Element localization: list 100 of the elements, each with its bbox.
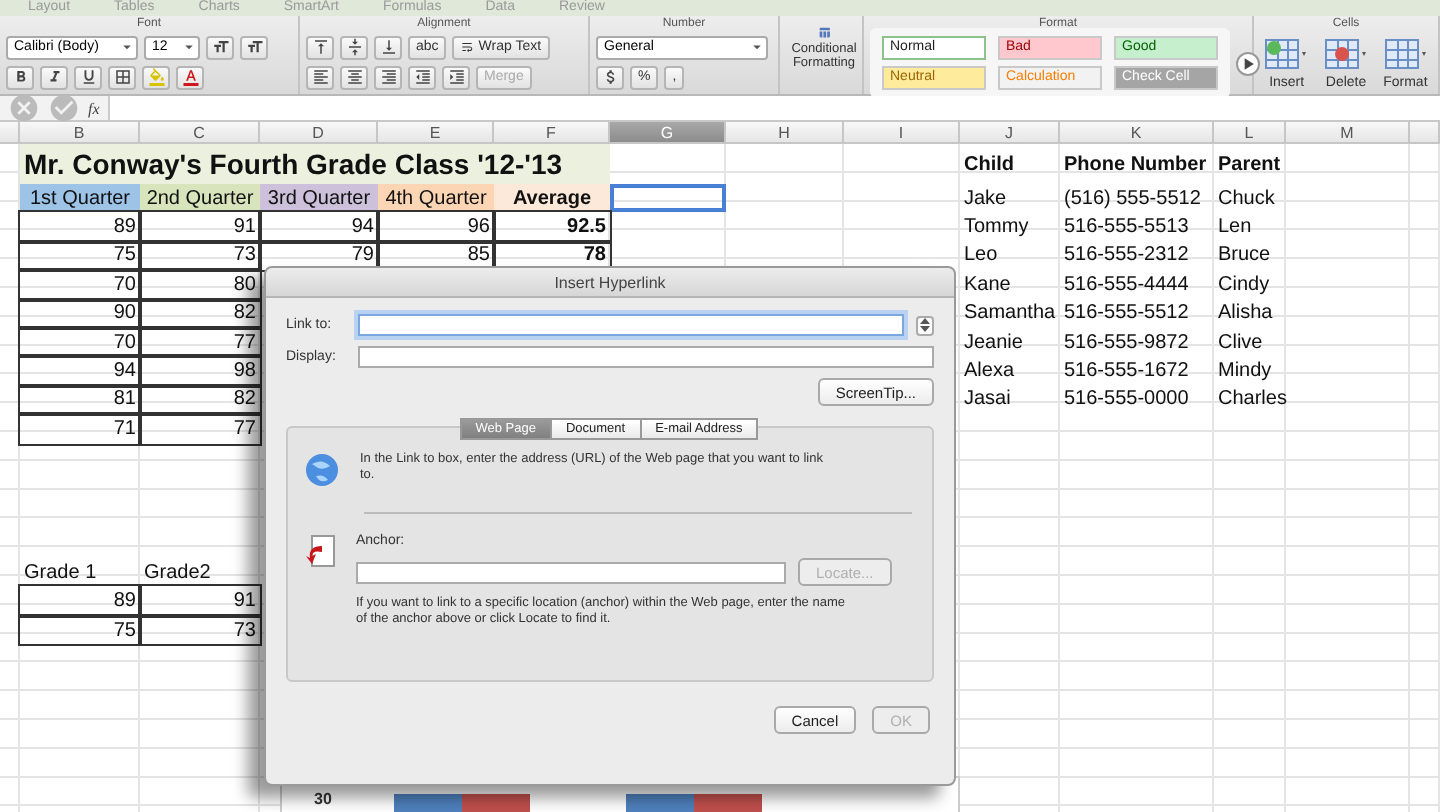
column-header[interactable]: D	[260, 122, 378, 144]
check-icon[interactable]	[48, 92, 80, 124]
table-cell-text: Cindy	[1216, 271, 1272, 300]
column-heading-cell: Average	[494, 184, 610, 213]
fill-color-icon[interactable]	[142, 65, 170, 89]
column-header[interactable]: L	[1214, 122, 1286, 144]
table-cell-text: Child	[962, 151, 1016, 179]
currency-icon[interactable]	[596, 65, 624, 89]
axis-label: 30	[314, 790, 334, 808]
align-right-icon[interactable]	[374, 65, 402, 89]
column-heading-cell: 2nd Quarter	[140, 184, 260, 213]
increase-indent-icon[interactable]	[442, 65, 470, 89]
table-title: Mr. Conway's Fourth Grade Class '12-'13	[20, 144, 610, 184]
table-cell: 94	[260, 212, 378, 242]
align-middle-icon[interactable]	[340, 35, 368, 59]
anchor-field[interactable]	[356, 561, 786, 583]
table-cell: 70	[20, 270, 140, 300]
font-color-icon[interactable]	[176, 65, 204, 89]
table-cell-text: Len	[1216, 214, 1254, 242]
table-cell-text: Leo	[962, 242, 1000, 271]
table-cell: 78	[494, 241, 610, 271]
column-header[interactable]: E	[378, 122, 494, 144]
table-cell-text: Jake	[962, 185, 1009, 213]
table-cell-text: Jeanie	[962, 329, 1025, 357]
decrease-indent-icon[interactable]	[408, 65, 436, 89]
column-header[interactable]: M	[1286, 122, 1410, 144]
table-cell: 73	[140, 241, 260, 271]
table-cell-text: Grade 1	[22, 559, 99, 587]
table-cell-text: Kane	[962, 271, 1013, 300]
italic-icon[interactable]	[40, 65, 68, 89]
column-heading-cell: 4th Quarter	[378, 184, 494, 213]
column-header[interactable]: B	[20, 122, 140, 144]
display-field[interactable]	[358, 346, 934, 368]
table-cell: 96	[378, 212, 494, 242]
table-cell: 89	[20, 212, 140, 242]
table-cell-text: Parent	[1216, 151, 1283, 179]
formula-input[interactable]	[107, 96, 1440, 120]
table-cell: 89	[20, 586, 140, 616]
table-cell: 94	[20, 356, 140, 386]
bold-icon[interactable]	[6, 65, 34, 89]
table-cell-text: Clive	[1216, 329, 1265, 357]
table-cell-text: Jasai	[962, 386, 1013, 415]
table-cell: 92.5	[494, 212, 610, 242]
table-cell-text: (516) 555-5512	[1062, 185, 1203, 213]
table-cell: 77	[140, 327, 260, 357]
table-cell: 98	[140, 356, 260, 386]
align-left-icon[interactable]	[306, 65, 334, 89]
table-cell-text: Tommy	[962, 214, 1031, 242]
align-top-icon[interactable]	[306, 35, 334, 59]
insert-cells-icon	[1264, 37, 1309, 69]
table-cell: 70	[20, 327, 140, 357]
table-cell-text: Alisha	[1216, 300, 1275, 328]
table-cell-text: 516-555-1672	[1062, 358, 1191, 386]
wrap-text-icon	[460, 40, 475, 54]
table-cell: 79	[260, 241, 378, 271]
table-cell: 77	[140, 414, 260, 444]
grow-font-icon[interactable]	[206, 35, 234, 59]
table-cell-text: 516-555-9872	[1062, 329, 1191, 357]
table-cell: 81	[20, 385, 140, 415]
table-cell-text: Chuck	[1216, 185, 1277, 213]
column-header[interactable]: K	[1060, 122, 1214, 144]
table-cell-text: Phone Number	[1062, 151, 1209, 179]
column-header[interactable]: J	[960, 122, 1060, 144]
column-header[interactable]: C	[140, 122, 260, 144]
column-heading-cell: 1st Quarter	[20, 184, 140, 213]
globe-icon	[304, 452, 340, 488]
table-cell-text: Samantha	[962, 300, 1058, 328]
column-header[interactable]: I	[844, 122, 960, 144]
function-label[interactable]: fx	[88, 99, 100, 117]
table-cell-text: Mindy	[1216, 358, 1274, 386]
table-cell: 80	[140, 270, 260, 300]
document-arrow-icon	[304, 534, 336, 568]
shrink-font-icon[interactable]	[240, 35, 268, 59]
table-cell-text: Bruce	[1216, 242, 1273, 271]
stepper-icon[interactable]	[916, 315, 934, 335]
table-cell: 75	[20, 615, 140, 645]
table-cell: 90	[20, 299, 140, 328]
table-cell: 91	[140, 586, 260, 616]
link-to-field[interactable]	[358, 314, 904, 336]
format-cells-icon	[1383, 37, 1428, 69]
table-cell: 82	[140, 299, 260, 328]
column-header[interactable]: H	[726, 122, 844, 144]
table-cell-text: 516-555-4444	[1062, 271, 1191, 300]
borders-icon[interactable]	[108, 65, 136, 89]
column-header[interactable]: F	[494, 122, 610, 144]
table-cell-text: Grade2	[142, 559, 213, 587]
delete-cells-icon	[1324, 37, 1368, 69]
underline-icon[interactable]	[74, 65, 102, 89]
table-cell: 75	[20, 241, 140, 271]
next-styles-icon[interactable]	[1236, 51, 1260, 75]
align-center-icon[interactable]	[340, 65, 368, 89]
table-cell: 82	[140, 385, 260, 415]
table-cell: 85	[378, 241, 494, 271]
table-cell-text: Alexa	[962, 358, 1017, 386]
table-cell: 71	[20, 414, 140, 444]
table-cell: 91	[140, 212, 260, 242]
active-cell[interactable]	[610, 184, 726, 213]
table-cell-text: 516-555-0000	[1062, 386, 1191, 415]
align-bottom-icon[interactable]	[374, 35, 402, 59]
dialog-title: Insert Hyperlink	[266, 268, 954, 298]
